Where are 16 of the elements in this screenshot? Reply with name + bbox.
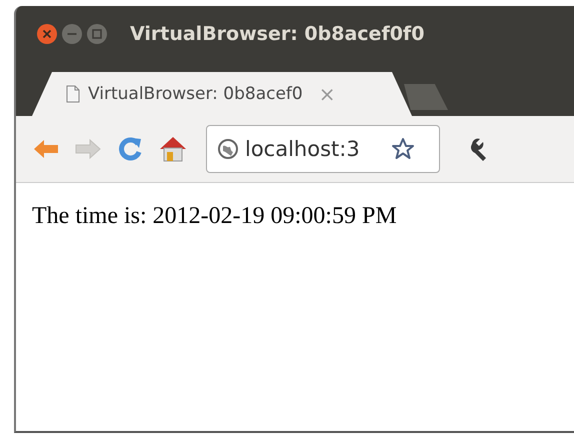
page-icon bbox=[66, 85, 80, 103]
globe-icon bbox=[217, 138, 239, 160]
close-icon[interactable] bbox=[36, 23, 58, 45]
maximize-icon[interactable] bbox=[86, 23, 108, 45]
star-icon[interactable] bbox=[391, 137, 415, 161]
url-field[interactable]: localhost:3 bbox=[245, 137, 385, 161]
reload-icon[interactable] bbox=[116, 135, 144, 163]
address-bar[interactable]: localhost:3 bbox=[206, 125, 440, 173]
tab-title: VirtualBrowser: 0b8acef0 bbox=[88, 84, 303, 104]
home-icon[interactable] bbox=[158, 135, 188, 163]
window-title: VirtualBrowser: 0b8acef0f0 bbox=[130, 23, 424, 45]
new-tab-button[interactable] bbox=[404, 84, 448, 110]
time-text: The time is: 2012-02-19 09:00:59 PM bbox=[32, 203, 398, 230]
browser-tab[interactable]: VirtualBrowser: 0b8acef0 × bbox=[32, 72, 412, 116]
minimize-icon[interactable] bbox=[61, 23, 83, 45]
back-arrow-icon[interactable] bbox=[32, 137, 60, 161]
